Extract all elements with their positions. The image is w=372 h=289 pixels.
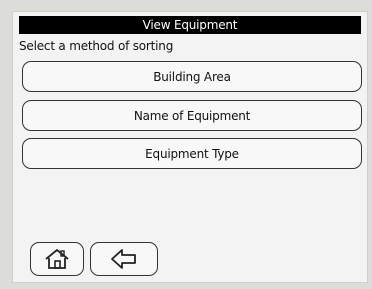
back-arrow-icon [111,249,136,269]
sort-by-name-button[interactable]: Name of Equipment [22,100,362,131]
page-title: View Equipment [19,16,361,34]
sort-by-type-button[interactable]: Equipment Type [22,138,362,169]
sort-by-building-area-button[interactable]: Building Area [22,61,362,92]
back-button[interactable] [90,242,158,276]
home-button[interactable] [30,242,84,276]
sort-prompt: Select a method of sorting [19,39,174,53]
home-icon [45,249,69,269]
device-screen: View Equipment Select a method of sortin… [12,11,368,283]
